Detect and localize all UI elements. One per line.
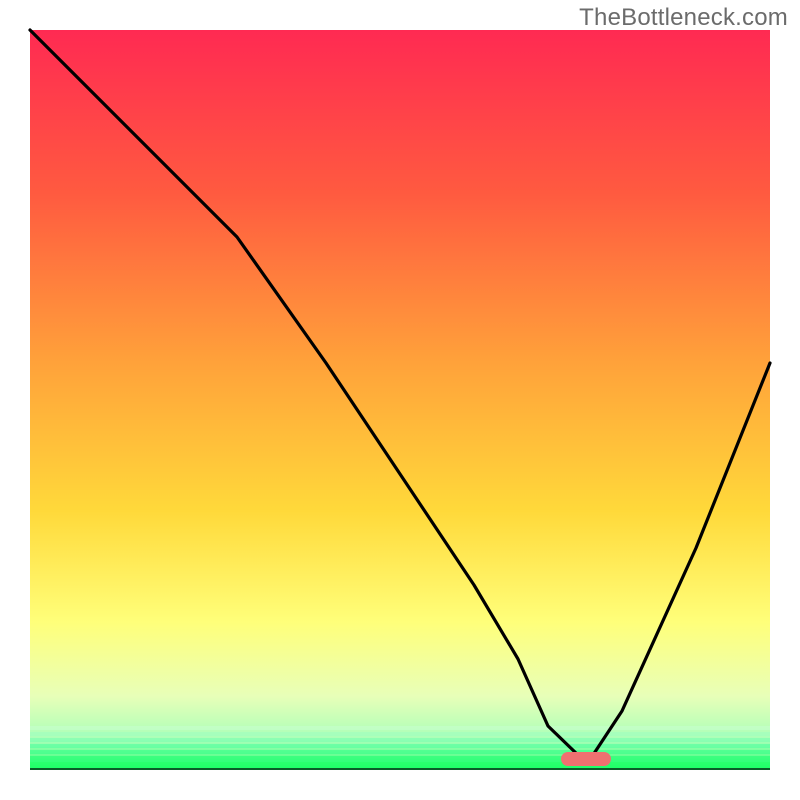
chart-stage: TheBottleneck.com — [0, 0, 800, 800]
bottleneck-chart — [0, 0, 800, 800]
baseline — [30, 768, 770, 770]
optimal-range-marker — [561, 752, 611, 766]
bottom-banding — [30, 726, 770, 770]
watermark-text: TheBottleneck.com — [579, 4, 788, 32]
